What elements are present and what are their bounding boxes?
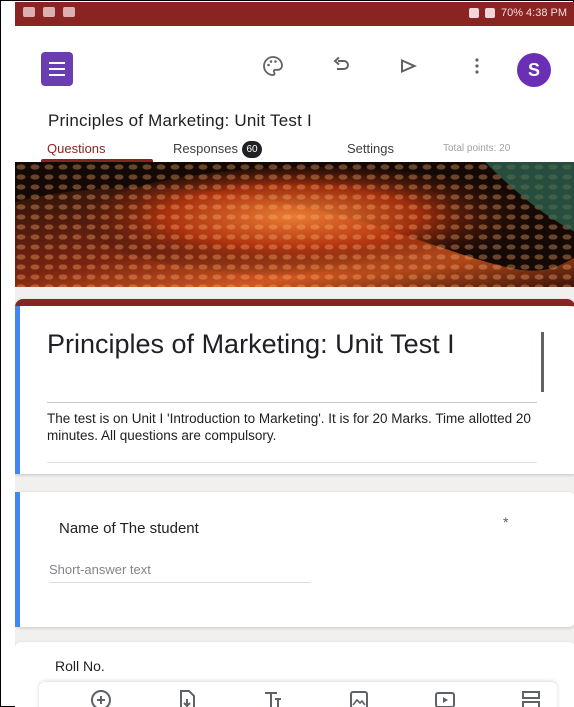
form-header-card: Principles of Marketing: Unit Test I The… — [15, 299, 574, 474]
wifi-icon — [484, 8, 495, 18]
phone-screen: 70% 4:38 PM S Principles of Marketing: U… — [15, 2, 574, 707]
signal-icon — [468, 8, 479, 18]
status-bar: 70% 4:38 PM — [15, 2, 574, 26]
import-questions-icon[interactable] — [173, 688, 201, 707]
tab-settings[interactable]: Settings — [347, 141, 394, 156]
tab-questions[interactable]: Questions — [47, 141, 106, 156]
tab-responses[interactable]: Responses 60 — [173, 141, 263, 158]
header-image — [15, 162, 574, 287]
send-icon[interactable] — [395, 54, 423, 82]
app-notification-icon — [43, 7, 55, 17]
palette-icon[interactable] — [259, 54, 287, 82]
form-description-field[interactable]: The test is on Unit I 'Introduction to M… — [47, 410, 545, 444]
add-item-toolbar — [39, 682, 557, 707]
header-image-art — [15, 162, 574, 287]
description-underline — [47, 462, 537, 463]
notification-icons — [23, 7, 75, 17]
add-question-icon[interactable] — [87, 688, 115, 707]
required-indicator: * — [503, 514, 509, 530]
question-title[interactable]: Roll No. — [55, 658, 105, 674]
system-status: 70% 4:38 PM — [468, 7, 567, 19]
undo-icon[interactable] — [327, 54, 355, 82]
chat-notification-icon — [63, 7, 75, 17]
text-cursor — [541, 332, 544, 392]
question-accent-bar — [15, 492, 20, 627]
add-video-icon[interactable] — [431, 688, 459, 707]
active-card-indicator — [15, 306, 20, 474]
form-name: Principles of Marketing: Unit Test I — [48, 111, 312, 130]
gallery-notification-icon — [23, 7, 35, 17]
account-avatar[interactable]: S — [517, 53, 551, 87]
screenshot-frame: 70% 4:38 PM S Principles of Marketing: U… — [0, 0, 574, 707]
question-card[interactable]: Name of The student * Short-answer text — [15, 492, 574, 627]
tab-bar: Questions Responses 60 Settings Total poi… — [15, 139, 574, 162]
form-title-field[interactable]: Principles of Marketing: Unit Test I — [47, 328, 537, 361]
add-image-icon[interactable] — [345, 688, 373, 707]
status-text: 70% 4:38 PM — [500, 7, 567, 19]
add-section-icon[interactable] — [517, 688, 545, 707]
title-underline — [47, 402, 537, 403]
app-bar: S Principles of Marketing: Unit Test I Q… — [15, 26, 574, 162]
forms-logo-icon[interactable] — [41, 52, 73, 86]
tab-responses-label: Responses — [173, 141, 239, 156]
answer-underline — [49, 582, 311, 583]
more-vert-icon[interactable] — [463, 54, 491, 82]
question-title[interactable]: Name of The student — [59, 520, 199, 537]
short-answer-placeholder: Short-answer text — [49, 562, 151, 577]
total-points: Total points: 20 — [443, 143, 511, 154]
responses-count-badge: 60 — [242, 141, 263, 158]
add-title-icon[interactable] — [259, 688, 287, 707]
